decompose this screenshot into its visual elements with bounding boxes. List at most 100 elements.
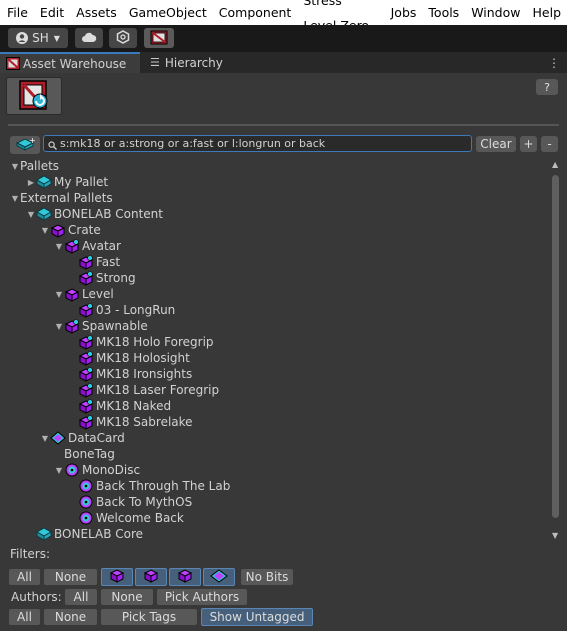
menu-item-jobs[interactable]: Jobs (385, 0, 423, 25)
tree-item[interactable]: ▼ Level (54, 286, 114, 302)
expand-arrow-icon[interactable]: ▼ (54, 286, 64, 302)
tree-item[interactable]: MK18 Holosight (68, 350, 190, 366)
tree-item-label: BONELAB Content (54, 207, 163, 221)
tab-hierarchy[interactable]: ☰ Hierarchy (144, 52, 250, 73)
warehouse-reload-button[interactable] (6, 77, 62, 115)
tree-item[interactable]: Welcome Back (68, 510, 184, 526)
menu-item-help[interactable]: Help (527, 0, 567, 25)
tree-item[interactable]: MK18 Naked (68, 398, 171, 414)
filter-spawnable-toggle[interactable] (169, 568, 201, 586)
tree-item[interactable]: ▶ My Pallet (26, 174, 108, 190)
tree-item[interactable]: ▼ Avatar (54, 238, 121, 254)
expand-arrow-icon[interactable]: ▼ (40, 222, 50, 238)
clear-label: Clear (480, 137, 512, 151)
collapse-arrow-icon[interactable]: ▶ (26, 174, 36, 190)
scroll-up-icon[interactable]: ▲ (552, 160, 558, 169)
authors-none-button[interactable]: None (101, 589, 153, 605)
tab-asset-warehouse[interactable]: Asset Warehouse (0, 52, 140, 73)
filter-none-button[interactable]: None (44, 569, 97, 585)
expand-arrow-icon[interactable]: ▼ (54, 462, 64, 478)
expand-arrow-icon[interactable]: ▼ (54, 318, 64, 334)
tree-item-label: MK18 Holosight (96, 351, 190, 365)
expand-arrow-icon[interactable]: ▼ (40, 430, 50, 446)
tab-label: Hierarchy (164, 55, 223, 70)
tree-item[interactable]: ▼ Pallets (10, 158, 59, 174)
tree-item-label: External Pallets (20, 191, 113, 205)
help-button[interactable]: ? (536, 79, 558, 95)
clear-button[interactable]: Clear (476, 136, 516, 152)
tree-item-label: DataCard (68, 431, 125, 445)
add-pallet-button[interactable]: + (10, 136, 40, 154)
crate-avatar-icon (78, 254, 94, 270)
tree-item[interactable]: BONELAB Core (26, 526, 143, 542)
crate-spawnable-icon (78, 414, 94, 430)
crate-spawnable-icon (78, 398, 94, 414)
cloud-button[interactable] (75, 28, 103, 48)
scroll-down-icon[interactable]: ▼ (552, 531, 558, 540)
list-icon: ☰ (150, 56, 160, 69)
toolbar: SH ▼ (0, 25, 567, 52)
tree-item-label: MK18 Laser Foregrip (96, 383, 220, 397)
pallet-icon (36, 526, 52, 542)
menu-item-component[interactable]: Component (213, 0, 298, 25)
remove-label: - (547, 137, 552, 151)
tree-item-label: Fast (96, 255, 121, 269)
expand-arrow-icon[interactable]: ▼ (54, 238, 64, 254)
menu-item-tools[interactable]: Tools (422, 0, 465, 25)
expand-arrow-icon[interactable]: ▼ (26, 206, 36, 222)
tree-item[interactable]: ▼ External Pallets (10, 190, 113, 206)
asset-warehouse-button[interactable] (144, 28, 174, 48)
filter-no-bits-button[interactable]: No Bits (241, 569, 293, 585)
account-dropdown[interactable]: SH ▼ (8, 28, 68, 48)
monodisc-icon (78, 510, 94, 526)
remove-button[interactable]: - (541, 136, 558, 152)
tree-item[interactable]: Fast (68, 254, 120, 270)
tree-item[interactable]: ▼ Crate (40, 222, 101, 238)
menu-item-gameobject[interactable]: GameObject (123, 0, 213, 25)
more-options-icon[interactable]: ⋮ (548, 52, 560, 73)
tree-item[interactable]: ▼ MonoDisc (54, 462, 140, 478)
tree-item[interactable]: 03 - LongRun (68, 302, 175, 318)
search-icon (48, 139, 58, 150)
tree-item[interactable]: ▼ Spawnable (54, 318, 148, 334)
tree-item[interactable]: BoneTag (54, 446, 115, 462)
filter-all-button[interactable]: All (9, 569, 40, 585)
authors-all-button[interactable]: All (65, 589, 97, 605)
menu-item-assets[interactable]: Assets (70, 0, 123, 25)
filter-level-toggle[interactable] (135, 568, 167, 586)
scrollbar-thumb[interactable] (552, 175, 559, 518)
tree-item[interactable]: MK18 Sabrelake (68, 414, 193, 430)
filter-avatar-toggle[interactable] (101, 568, 133, 586)
menu-item-edit[interactable]: Edit (34, 0, 70, 25)
menu-item-window[interactable]: Window (465, 0, 526, 25)
tree-item[interactable]: Strong (68, 270, 136, 286)
tree-item-label: Back Through The Lab (96, 479, 231, 493)
expand-arrow-icon[interactable]: ▼ (10, 190, 20, 206)
tree-item-label: Spawnable (82, 319, 148, 333)
crate-icon (5, 56, 21, 72)
tags-all-button[interactable]: All (9, 609, 40, 625)
menu-item-file[interactable]: File (0, 0, 34, 25)
search-input[interactable] (58, 136, 471, 151)
tree-item[interactable]: Back To MythOS (68, 494, 192, 510)
show-untagged-toggle[interactable]: Show Untagged (201, 608, 313, 626)
pick-authors-button[interactable]: Pick Authors (157, 589, 247, 605)
tree-item-label: Avatar (82, 239, 121, 253)
tree-item[interactable]: ▼ DataCard (40, 430, 125, 446)
tree-item[interactable]: MK18 Laser Foregrip (68, 382, 219, 398)
tree-item[interactable]: Back Through The Lab (68, 478, 230, 494)
add-button[interactable]: + (520, 136, 537, 152)
tags-none-button[interactable]: None (44, 609, 97, 625)
filter-datacard-toggle[interactable] (203, 568, 235, 586)
pick-tags-button[interactable]: Pick Tags (101, 609, 197, 625)
pallet-add-icon: + (15, 136, 36, 154)
tree-item[interactable]: MK18 Holo Foregrip (68, 334, 214, 350)
help-label: ? (544, 80, 550, 94)
tree-item[interactable]: MK18 Ironsights (68, 366, 192, 382)
crate-spawnable-icon (78, 350, 94, 366)
search-field[interactable] (43, 135, 472, 152)
tree-item[interactable]: ▼ BONELAB Content (26, 206, 163, 222)
add-label: + (523, 137, 534, 151)
collab-button[interactable] (109, 28, 137, 48)
expand-arrow-icon[interactable]: ▼ (10, 158, 20, 174)
